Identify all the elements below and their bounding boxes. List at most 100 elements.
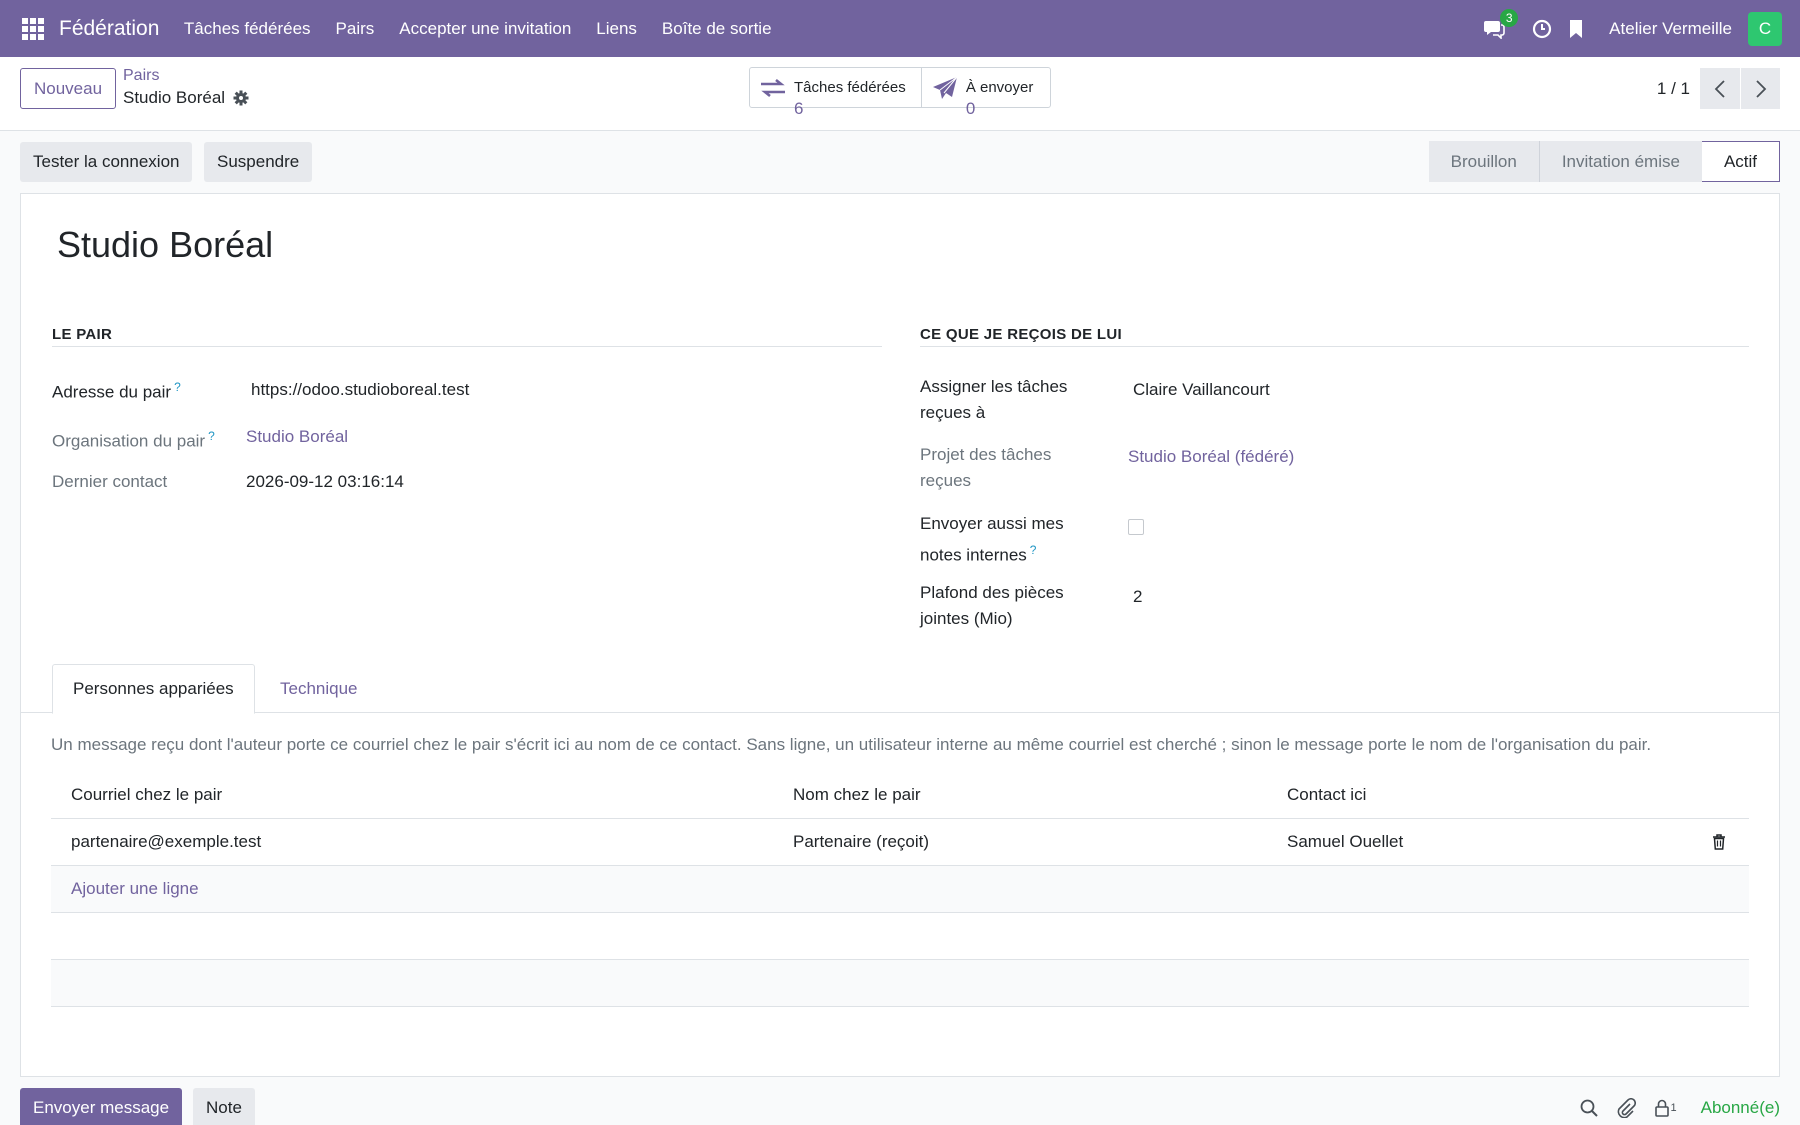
table-empty-row — [51, 913, 1749, 960]
section-receive-heading: Ce que je reçois de lui — [920, 326, 1749, 347]
assign-to-label: Assigner les tâches reçues à — [920, 374, 1067, 426]
peer-org-label-text: Organisation du pair — [52, 431, 206, 451]
send-notes-label-line2-wrap: notes internes? — [920, 537, 1064, 569]
column-header-peer-email[interactable]: Courriel chez le pair — [71, 772, 222, 818]
help-icon[interactable]: ? — [1030, 543, 1037, 557]
stage-draft[interactable]: Brouillon — [1428, 141, 1539, 182]
messages-count-badge: 3 — [1500, 8, 1519, 27]
matched-people-table: Courriel chez le pair Nom chez le pair C… — [51, 772, 1749, 1007]
menu-item-accept-invitation[interactable]: Accepter une invitation — [387, 19, 584, 39]
chatter-topbar-right: 1 Abonné(e) — [1562, 1093, 1780, 1123]
cell-peer-name[interactable]: Partenaire (reçoit) — [793, 819, 929, 865]
followers-button[interactable]: 1 — [1654, 1099, 1677, 1117]
help-icon[interactable]: ? — [208, 429, 215, 443]
send-notes-label-line2: notes internes — [920, 545, 1027, 565]
tab-matched-people[interactable]: Personnes appariées — [52, 664, 255, 714]
tab-technical[interactable]: Technique — [260, 664, 378, 713]
app-title[interactable]: Fédération — [59, 17, 159, 41]
chevron-right-icon — [1755, 79, 1766, 98]
peer-org-link[interactable]: Studio Boréal — [246, 424, 348, 450]
tab-help-note: Un message reçu dont l'auteur porte ce c… — [51, 735, 1652, 754]
suspend-button[interactable]: Suspendre — [204, 142, 313, 182]
send-notes-label-line1: Envoyer aussi mes — [920, 514, 1064, 533]
stage-active[interactable]: Actif — [1701, 141, 1780, 182]
user-avatar[interactable]: C — [1748, 11, 1782, 46]
search-icon[interactable] — [1580, 1099, 1599, 1117]
assign-to-label-line2: reçues à — [920, 403, 986, 422]
peer-org-label: Organisation du pair? — [52, 423, 215, 455]
peer-address-label-text: Adresse du pair — [52, 382, 172, 402]
pager-value[interactable]: 1 / 1 — [1657, 79, 1690, 99]
peer-address-value[interactable]: https://odoo.studioboreal.test — [251, 377, 469, 403]
log-note-button[interactable]: Note — [193, 1088, 255, 1125]
attachment-limit-label-line1: Plafond des pièces — [920, 583, 1064, 602]
menu-item-outbox[interactable]: Boîte de sortie — [649, 19, 784, 39]
menu-item-links[interactable]: Liens — [584, 19, 650, 39]
attachment-limit-label-line2: jointes (Mio) — [920, 609, 1013, 628]
navbar-systray: 3 Atelier Vermeille C — [1465, 0, 1800, 57]
paper-plane-icon — [932, 76, 958, 99]
menu-item-federated-tasks[interactable]: Tâches fédérées — [171, 19, 323, 39]
section-peer-heading: Le pair — [52, 326, 882, 347]
record-title[interactable]: Studio Boréal — [57, 224, 273, 266]
stage-invitation-sent[interactable]: Invitation émise — [1538, 141, 1702, 182]
column-header-peer-name[interactable]: Nom chez le pair — [793, 772, 921, 818]
help-icon[interactable]: ? — [174, 380, 181, 394]
project-label: Projet des tâches reçues — [920, 442, 1051, 494]
project-label-line1: Projet des tâches — [920, 445, 1052, 464]
pager-buttons — [1700, 68, 1780, 109]
attachment-limit-value[interactable]: 2 — [1133, 584, 1142, 610]
smart-buttons: Tâches fédérées 6 À envoyer 0 — [749, 67, 1051, 118]
breadcrumb-current: Studio Boréal — [123, 88, 249, 108]
control-panel: Nouveau Pairs Studio Boréal Tâches fédér… — [0, 57, 1800, 131]
company-switcher[interactable]: Atelier Vermeille — [1609, 19, 1732, 39]
arrows-exchange-icon — [761, 78, 785, 97]
add-line-link[interactable]: Ajouter une ligne — [71, 866, 199, 912]
smart-button-federated-tasks[interactable]: Tâches fédérées 6 — [750, 68, 921, 118]
form-sheet: Studio Boréal Le pair Ce que je reçois d… — [20, 193, 1780, 1077]
paperclip-icon[interactable] — [1616, 1098, 1637, 1118]
subscribed-button[interactable]: Abonné(e) — [1701, 1098, 1780, 1118]
pager-next-button[interactable] — [1740, 68, 1780, 109]
send-message-button[interactable]: Envoyer message — [20, 1088, 183, 1125]
lock-user-icon — [1655, 1099, 1670, 1117]
smart-label-federated-tasks: Tâches fédérées — [794, 79, 906, 96]
smart-button-to-send[interactable]: À envoyer 0 — [920, 68, 1050, 118]
breadcrumb-current-label: Studio Boréal — [123, 88, 226, 107]
add-line-row: Ajouter une ligne — [51, 866, 1749, 913]
breadcrumb-parent[interactable]: Pairs — [123, 67, 159, 85]
cell-local-contact[interactable]: Samuel Ouellet — [1287, 819, 1403, 865]
app-menu-icon[interactable] — [22, 17, 44, 40]
menu-item-peers[interactable]: Pairs — [323, 19, 387, 39]
clock-icon[interactable] — [1531, 18, 1553, 40]
messages-icon[interactable]: 3 — [1483, 8, 1519, 40]
column-header-local-contact[interactable]: Contact ici — [1287, 772, 1366, 818]
attachment-limit-label: Plafond des pièces jointes (Mio) — [920, 580, 1064, 632]
last-contact-value: 2026-09-12 03:16:14 — [246, 472, 404, 491]
main-menu: Tâches fédérées Pairs Accepter une invit… — [171, 19, 784, 39]
send-notes-checkbox[interactable] — [1128, 519, 1144, 535]
project-link[interactable]: Studio Boréal (fédéré) — [1128, 444, 1294, 470]
table-row[interactable]: partenaire@exemple.test Partenaire (reço… — [51, 819, 1749, 866]
notebook-tabs: Personnes appariées Technique — [21, 664, 1779, 714]
followers-count: 1 — [1670, 1102, 1677, 1114]
smart-value-federated-tasks: 6 — [794, 99, 804, 118]
peer-address-label: Adresse du pair? — [52, 374, 181, 406]
pager-previous-button[interactable] — [1700, 68, 1740, 109]
trash-icon[interactable] — [1712, 819, 1726, 865]
assign-to-value[interactable]: Claire Vaillancourt — [1133, 377, 1270, 403]
cell-peer-email[interactable]: partenaire@exemple.test — [71, 819, 261, 865]
test-connection-button[interactable]: Tester la connexion — [20, 142, 193, 182]
assign-to-label-line1: Assigner les tâches — [920, 377, 1068, 396]
table-empty-row — [51, 960, 1749, 1007]
new-button[interactable]: Nouveau — [20, 68, 117, 109]
smart-value-to-send: 0 — [965, 99, 976, 118]
last-contact-label: Dernier contact — [52, 472, 168, 491]
statusbar: Brouillon Invitation émise Actif — [1428, 141, 1780, 182]
table-header-row: Courriel chez le pair Nom chez le pair C… — [51, 772, 1749, 819]
gear-icon[interactable] — [233, 90, 249, 106]
bookmark-icon[interactable] — [1565, 18, 1587, 40]
project-label-line2: reçues — [920, 471, 972, 490]
chevron-left-icon — [1714, 79, 1725, 98]
send-notes-label: Envoyer aussi mes notes internes? — [920, 511, 1064, 569]
